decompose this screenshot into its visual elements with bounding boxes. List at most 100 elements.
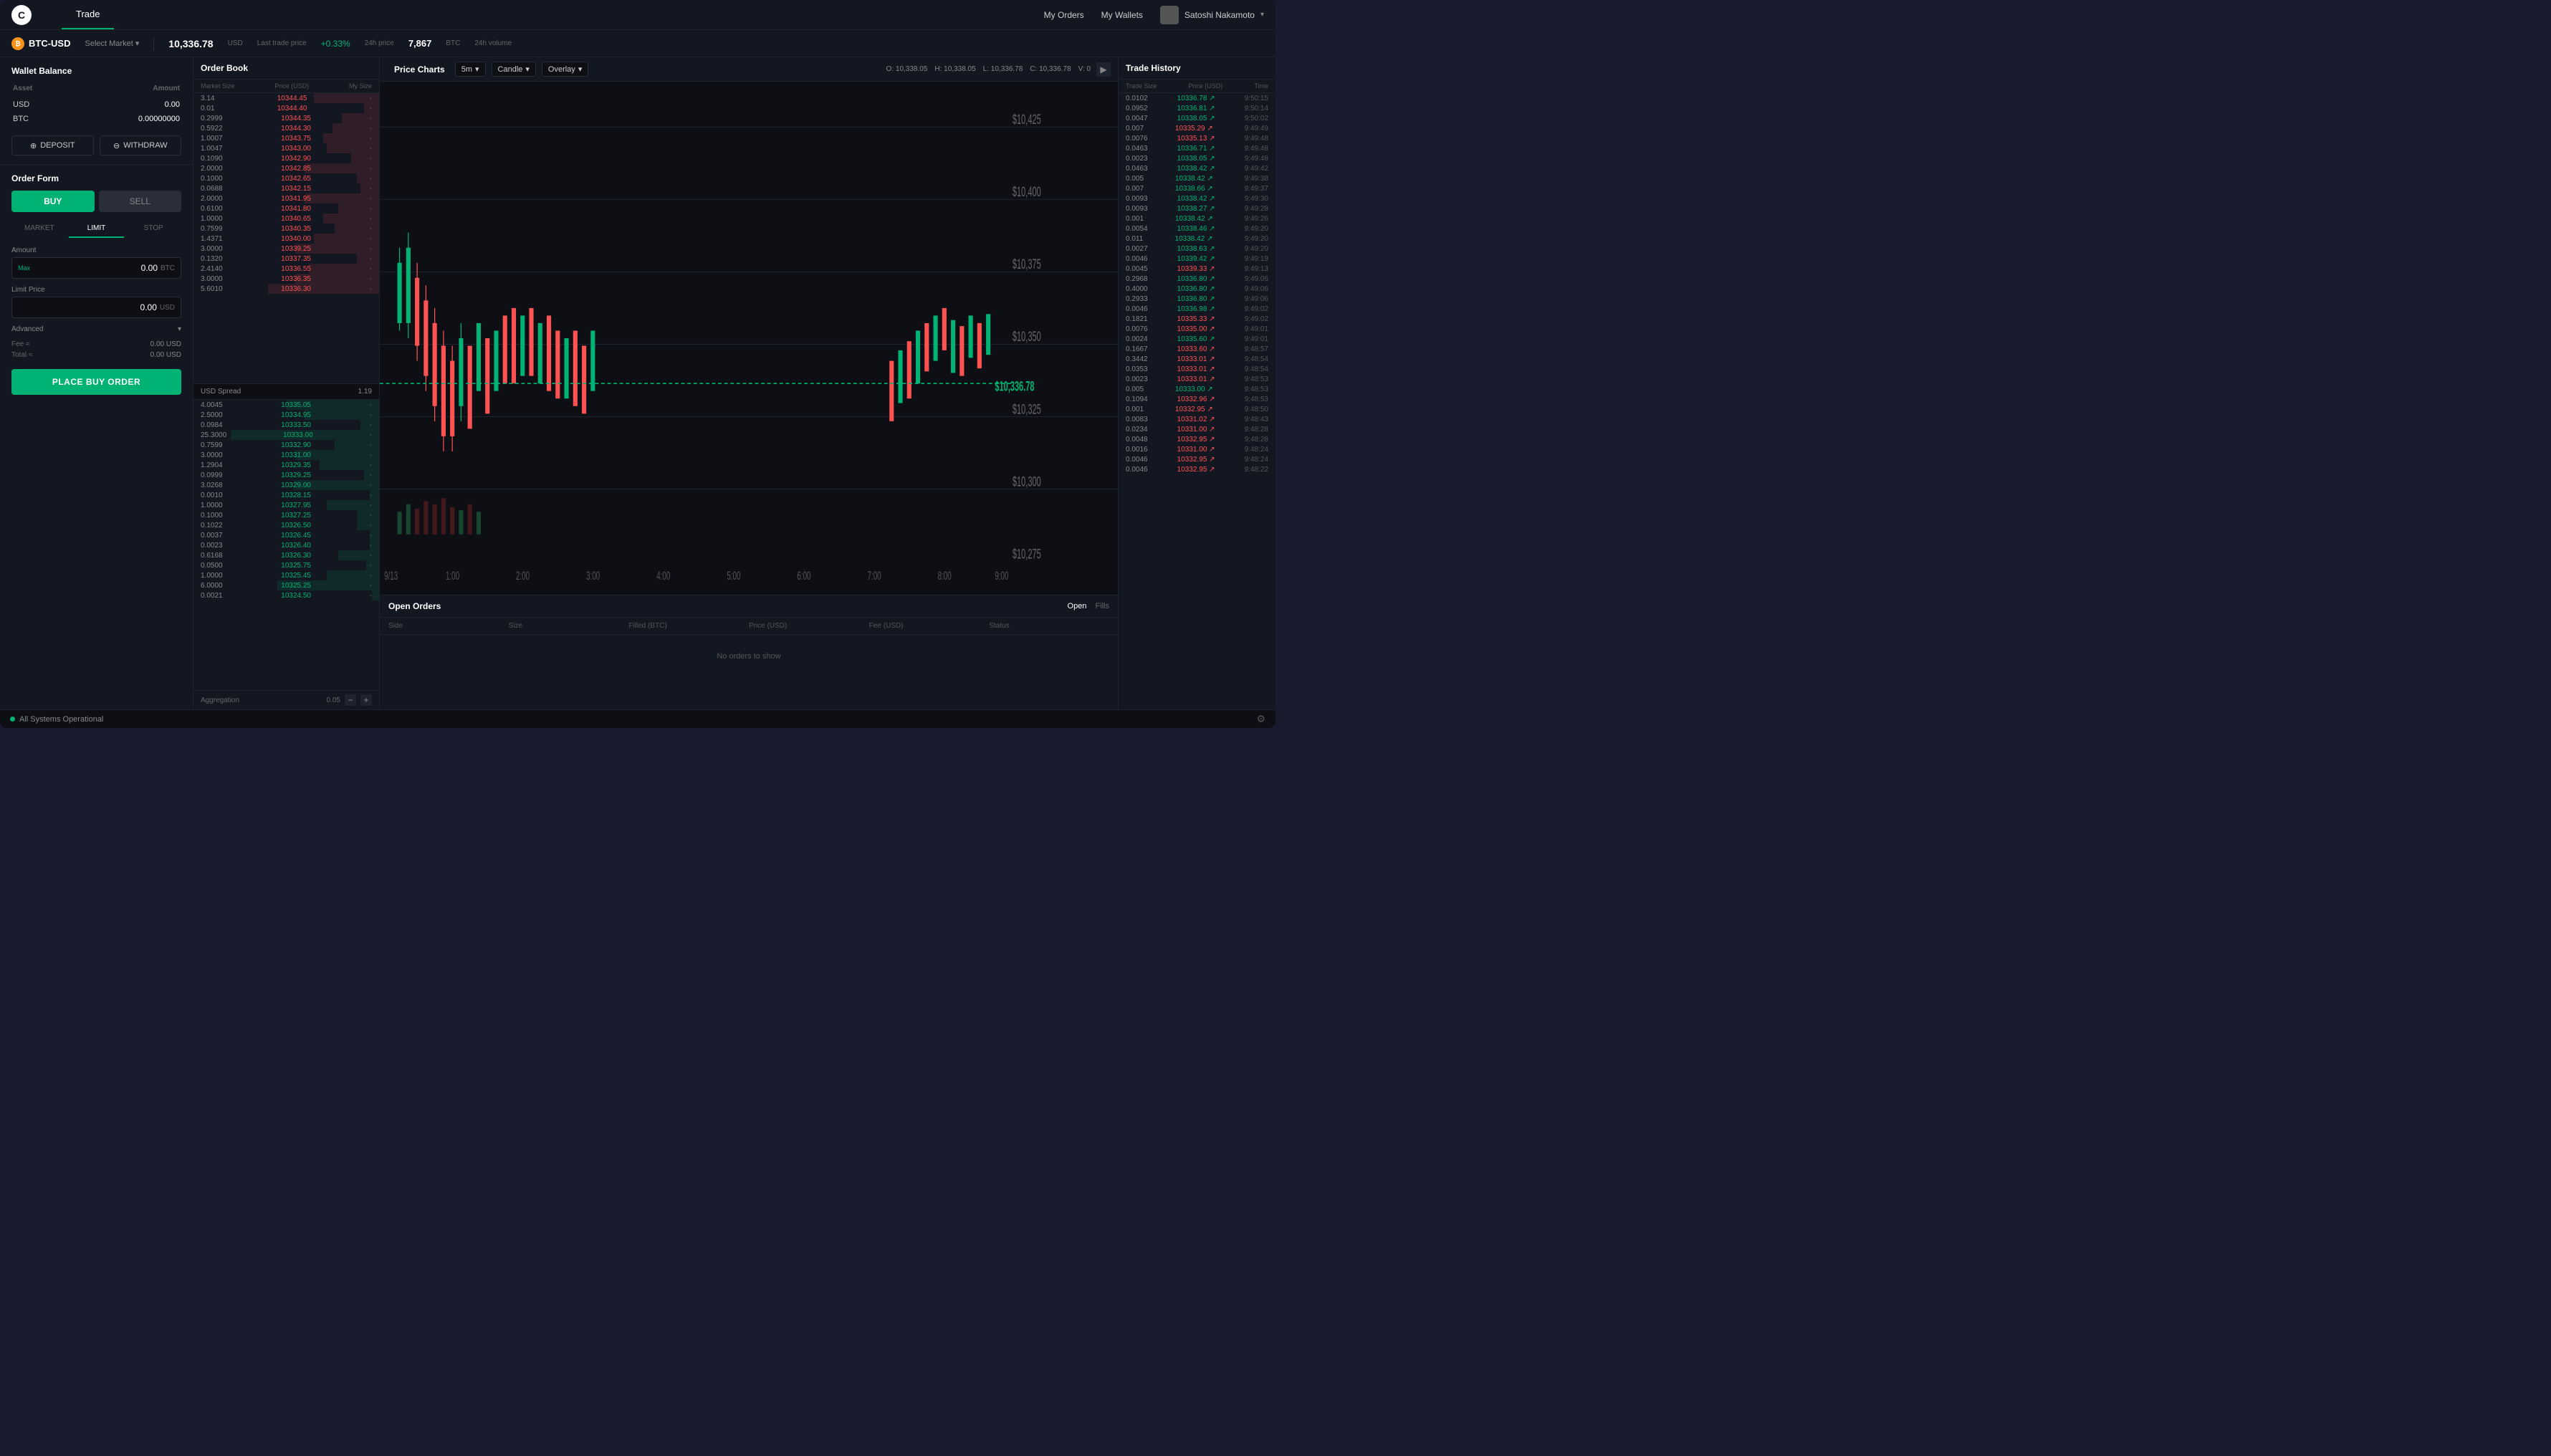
order-book-ask-row[interactable]: 1.0007 10343.75 - xyxy=(193,133,379,143)
order-book-bid-row[interactable]: 0.0021 10324.50 - xyxy=(193,590,379,600)
order-book-ask-row[interactable]: 2.0000 10341.95 - xyxy=(193,193,379,203)
status-indicator xyxy=(10,717,15,722)
ticker-bar: ₿ BTC-USD Select Market ▾ 10,336.78 USD … xyxy=(0,30,1276,57)
trade-history-row: 0.0076 10335.00 ↗ 9:49:01 xyxy=(1119,324,1276,334)
volume-24h: 7,867 xyxy=(408,38,432,49)
nav-tab-trade[interactable]: Trade xyxy=(62,0,114,29)
order-book-ask-row[interactable]: 0.1090 10342.90 - xyxy=(193,153,379,163)
order-book-chart-row: Order Book Market Size Price (USD) My Si… xyxy=(193,57,1118,709)
plus-icon: ⊕ xyxy=(30,141,37,150)
order-book-ask-row[interactable]: 0.1320 10337.35 - xyxy=(193,254,379,264)
deposit-button[interactable]: ⊕ DEPOSIT xyxy=(11,135,94,155)
my-orders-link[interactable]: My Orders xyxy=(1044,10,1084,20)
order-book-ask-row[interactable]: 0.1000 10342.65 - xyxy=(193,173,379,183)
market-order-tab[interactable]: MARKET xyxy=(11,219,67,238)
settings-icon[interactable]: ⚙ xyxy=(1256,713,1265,725)
order-book-ask-row[interactable]: 1.4371 10340.00 - xyxy=(193,234,379,244)
order-book-bid-row[interactable]: 0.0023 10326.40 - xyxy=(193,540,379,550)
order-book-ask-row[interactable]: 0.7599 10340.35 - xyxy=(193,224,379,234)
order-book-bid-row[interactable]: 25.3000 10333.00 - xyxy=(193,430,379,440)
order-book-bid-row[interactable]: 0.1000 10327.25 - xyxy=(193,510,379,520)
fills-tab[interactable]: Fills xyxy=(1095,602,1109,610)
order-book-bid-row[interactable]: 1.0000 10327.95 - xyxy=(193,500,379,510)
sell-tab[interactable]: SELL xyxy=(99,191,182,212)
order-book-bid-row[interactable]: 3.0268 10329.00 - xyxy=(193,480,379,490)
order-book-ask-row[interactable]: 0.0688 10342.15 - xyxy=(193,183,379,193)
trade-history-row: 0.005 10338.42 ↗ 9:49:38 xyxy=(1119,173,1276,183)
order-book-bid-row[interactable]: 4.0045 10335.05 - xyxy=(193,400,379,410)
order-book-ask-row[interactable]: 1.0047 10343.00 - xyxy=(193,143,379,153)
order-book-bid-row[interactable]: 3.0000 10331.00 - xyxy=(193,450,379,460)
order-book-ask-row[interactable]: 0.6100 10341.80 - xyxy=(193,203,379,214)
trade-history-row: 0.3442 10333.01 ↗ 9:48:54 xyxy=(1119,354,1276,364)
trade-history-row: 0.0046 10332.95 ↗ 9:48:22 xyxy=(1119,464,1276,474)
agg-label: Aggregation xyxy=(201,696,239,704)
wallet-row: USD0.00 xyxy=(13,98,180,111)
order-book-ask-row[interactable]: 0.5922 10344.30 - xyxy=(193,123,379,133)
limit-order-tab[interactable]: LIMIT xyxy=(69,219,125,238)
order-book-ask-row[interactable]: 5.6010 10336.30 - xyxy=(193,284,379,294)
order-book-bid-row[interactable]: 1.2904 10329.35 - xyxy=(193,460,379,470)
change-label: 24h price xyxy=(365,39,394,47)
order-book-ask-row[interactable]: 3.0000 10339.25 - xyxy=(193,244,379,254)
order-book-bid-row[interactable]: 2.5000 10334.95 - xyxy=(193,410,379,420)
order-book-bid-row[interactable]: 0.1022 10326.50 - xyxy=(193,520,379,530)
my-wallets-link[interactable]: My Wallets xyxy=(1101,10,1143,20)
asset-col-header: Asset xyxy=(13,85,66,97)
order-book-ask-row[interactable]: 0.2999 10344.35 - xyxy=(193,113,379,123)
order-book-bid-row[interactable]: 0.0037 10326.45 - xyxy=(193,530,379,540)
order-book-bid-row[interactable]: 0.0984 10333.50 - xyxy=(193,420,379,430)
fee-value: 0.00 USD xyxy=(150,340,181,348)
chart-title: Price Charts xyxy=(387,64,449,75)
order-book-ask-row[interactable]: 3.0000 10336.35 - xyxy=(193,274,379,284)
chart-type-selector[interactable]: Candle ▾ xyxy=(492,62,536,77)
max-amount-link[interactable]: Max xyxy=(18,264,30,272)
chart-forward-button[interactable]: ▶ xyxy=(1096,62,1111,77)
order-book-bid-row[interactable]: 0.0999 10329.25 - xyxy=(193,470,379,480)
th-col-price: Price (USD) xyxy=(1188,82,1222,90)
order-book-bid-row[interactable]: 0.6168 10326.30 - xyxy=(193,550,379,560)
stop-order-tab[interactable]: STOP xyxy=(125,219,181,238)
place-order-button[interactable]: PLACE BUY ORDER xyxy=(11,369,181,395)
limit-price-input[interactable] xyxy=(18,302,157,312)
trade-history-row: 0.007 10335.29 ↗ 9:49:49 xyxy=(1119,123,1276,133)
order-book-bid-row[interactable]: 6.0000 10325.25 - xyxy=(193,580,379,590)
oo-col-price: Price (USD) xyxy=(749,622,869,630)
order-book-bid-row[interactable]: 1.0000 10325.45 - xyxy=(193,570,379,580)
agg-decrease-button[interactable]: − xyxy=(345,694,356,706)
order-book-ask-row[interactable]: 2.0000 10342.85 - xyxy=(193,163,379,173)
trading-pair: ₿ BTC-USD xyxy=(11,37,71,50)
oo-col-fee: Fee (USD) xyxy=(869,622,990,630)
open-orders-section: Open Orders Open Fills Side Size Filled … xyxy=(380,595,1118,709)
order-book-ask-row[interactable]: 2.4140 10336.55 - xyxy=(193,264,379,274)
market-select-dropdown[interactable]: Select Market ▾ xyxy=(85,39,140,48)
order-book-bid-row[interactable]: 0.7599 10332.90 - xyxy=(193,440,379,450)
timeframe-selector[interactable]: 5m ▾ xyxy=(455,62,486,77)
svg-text:$10,425: $10,425 xyxy=(1013,112,1041,128)
svg-text:7:00: 7:00 xyxy=(868,569,881,582)
limit-price-field-group: Limit Price USD xyxy=(11,286,181,318)
order-book-spread: USD Spread 1.19 xyxy=(193,383,379,400)
price-chart-canvas-area[interactable]: $10,425 $10,400 $10,375 $10,350 $10,336.… xyxy=(380,82,1118,595)
order-book-bid-row[interactable]: 0.0010 10328.15 - xyxy=(193,490,379,500)
chart-header: Price Charts 5m ▾ Candle ▾ Overlay ▾ xyxy=(380,57,1118,82)
withdraw-button[interactable]: ⊖ WITHDRAW xyxy=(100,135,182,155)
order-book-ask-row[interactable]: 1.0000 10340.65 - xyxy=(193,214,379,224)
order-book-ask-row[interactable]: 0.01 10344.40 - xyxy=(193,103,379,113)
order-book-ask-row[interactable]: 3.14 10344.45 - xyxy=(193,93,379,103)
advanced-toggle[interactable]: Advanced ▾ xyxy=(11,325,181,333)
trade-history-panel: Trade History Trade Size Price (USD) Tim… xyxy=(1118,57,1276,709)
user-menu[interactable]: Satoshi Nakamoto ▾ xyxy=(1160,6,1264,24)
trade-history-row: 0.001 10338.42 ↗ 9:49:26 xyxy=(1119,214,1276,224)
agg-increase-button[interactable]: + xyxy=(360,694,372,706)
total-value: 0.00 USD xyxy=(150,351,181,359)
center-panel: Order Book Market Size Price (USD) My Si… xyxy=(193,57,1118,709)
btc-icon: ₿ xyxy=(11,37,24,50)
order-book-bid-row[interactable]: 0.0500 10325.75 - xyxy=(193,560,379,570)
amount-input[interactable] xyxy=(34,263,158,273)
order-book-columns: Market Size Price (USD) My Size xyxy=(193,80,379,93)
open-tab[interactable]: Open xyxy=(1068,602,1087,610)
buy-tab[interactable]: BUY xyxy=(11,191,95,212)
overlay-selector[interactable]: Overlay ▾ xyxy=(542,62,588,77)
status-bar: All Systems Operational ⚙ xyxy=(0,709,1276,728)
